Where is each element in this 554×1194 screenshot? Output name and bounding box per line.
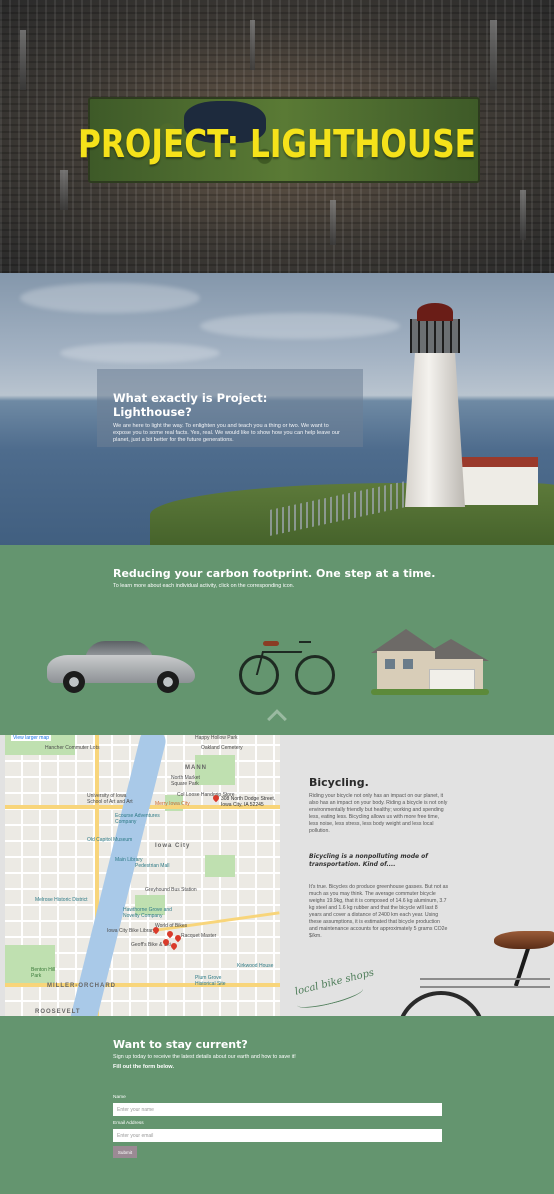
map-pin-icon[interactable]: [165, 929, 175, 939]
map-embed[interactable]: View larger map Happy Hollow Park Oaklan…: [5, 735, 280, 1016]
intro-section: What exactly is Project: Lighthouse? We …: [0, 273, 554, 545]
map-label: University of Iowa School of Art and Art: [87, 793, 133, 805]
bicycle-icon[interactable]: [239, 639, 335, 695]
bicycling-quote: Bicycling is a nonpolluting mode of tran…: [309, 853, 428, 868]
carbon-subtext: To learn more about each individual acti…: [113, 583, 295, 589]
map-label: Melrose Historic District: [35, 897, 88, 903]
lighthouse-keeper-house: [452, 457, 538, 505]
hero-title: PROJECT: LIGHTHOUSE: [78, 122, 476, 166]
bicycle-saddle-image: [494, 931, 554, 949]
map-pin-icon[interactable]: [169, 941, 179, 951]
name-field[interactable]: [113, 1103, 442, 1116]
map-label: Pedestrian Mall: [135, 863, 170, 869]
map-label: Iowa City: [155, 843, 191, 849]
map-label: Oakland Cemetery: [201, 745, 243, 751]
house-icon[interactable]: [371, 629, 489, 695]
map-label: Happy Hollow Park: [195, 735, 238, 741]
map-label: Greyhound Bus Station: [145, 887, 197, 893]
map-label: Benton Hill Park: [31, 967, 56, 979]
map-label: North Market Square Park: [171, 775, 200, 787]
view-larger-map-link[interactable]: View larger map: [11, 735, 52, 741]
newsletter-fill-text: Fill out the form below.: [113, 1064, 175, 1070]
bicycling-section: View larger map Happy Hollow Park Oaklan…: [0, 735, 554, 1081]
name-label: Name: [113, 1095, 126, 1100]
map-label: Old Capitol Museum: [87, 837, 133, 843]
car-icon[interactable]: [47, 641, 197, 693]
map-label: ROOSEVELT: [35, 1009, 81, 1015]
newsletter-subtext: Sign up today to receive the latest deta…: [113, 1054, 296, 1060]
map-address: 308 North Dodge Street, Iowa City, IA 52…: [221, 796, 276, 808]
bicycling-paragraph-1: Riding your bicycle not only has an impa…: [309, 793, 448, 834]
map-label: MILLER-ORCHARD: [47, 983, 116, 989]
chevron-up-icon[interactable]: [267, 709, 287, 729]
map-label: Kirkwood House: [237, 963, 274, 969]
map-label: Racquet Master: [181, 933, 217, 939]
intro-heading: What exactly is Project: Lighthouse?: [113, 391, 268, 419]
email-field[interactable]: [113, 1129, 442, 1142]
map-label: Ecourse Adventures Company: [115, 813, 160, 825]
map-label: Hancher Commuter Lots: [45, 745, 100, 751]
lighthouse-image: [405, 339, 465, 507]
newsletter-heading: Want to stay current?: [113, 1038, 248, 1051]
map-label: Plum Grove Historical Site: [195, 975, 226, 987]
intro-text: We are here to light the way. To enlight…: [113, 423, 340, 443]
map-label: MANN: [185, 765, 207, 771]
newsletter-section: Want to stay current? Sign up today to r…: [0, 1016, 554, 1194]
map-label: Hawthorne Grove and Novelty Company: [123, 907, 172, 919]
map-label: Iowa City Bike Library: [107, 928, 156, 934]
bicycling-heading: Bicycling.: [309, 776, 369, 789]
map-label: World of Bikes: [155, 923, 188, 929]
hero-section: PROJECT: LIGHTHOUSE: [0, 0, 554, 273]
intro-box: What exactly is Project: Lighthouse? We …: [97, 369, 363, 447]
bicycling-paragraph-2: It's true. Bicycles do produce greenhous…: [309, 884, 449, 939]
map-label: Merry Iowa City: [155, 801, 190, 807]
carbon-heading: Reducing your carbon footprint. One step…: [113, 567, 436, 580]
submit-button[interactable]: Submit: [113, 1146, 137, 1158]
email-label: Email Address: [113, 1121, 144, 1126]
carbon-section: Reducing your carbon footprint. One step…: [0, 545, 554, 735]
